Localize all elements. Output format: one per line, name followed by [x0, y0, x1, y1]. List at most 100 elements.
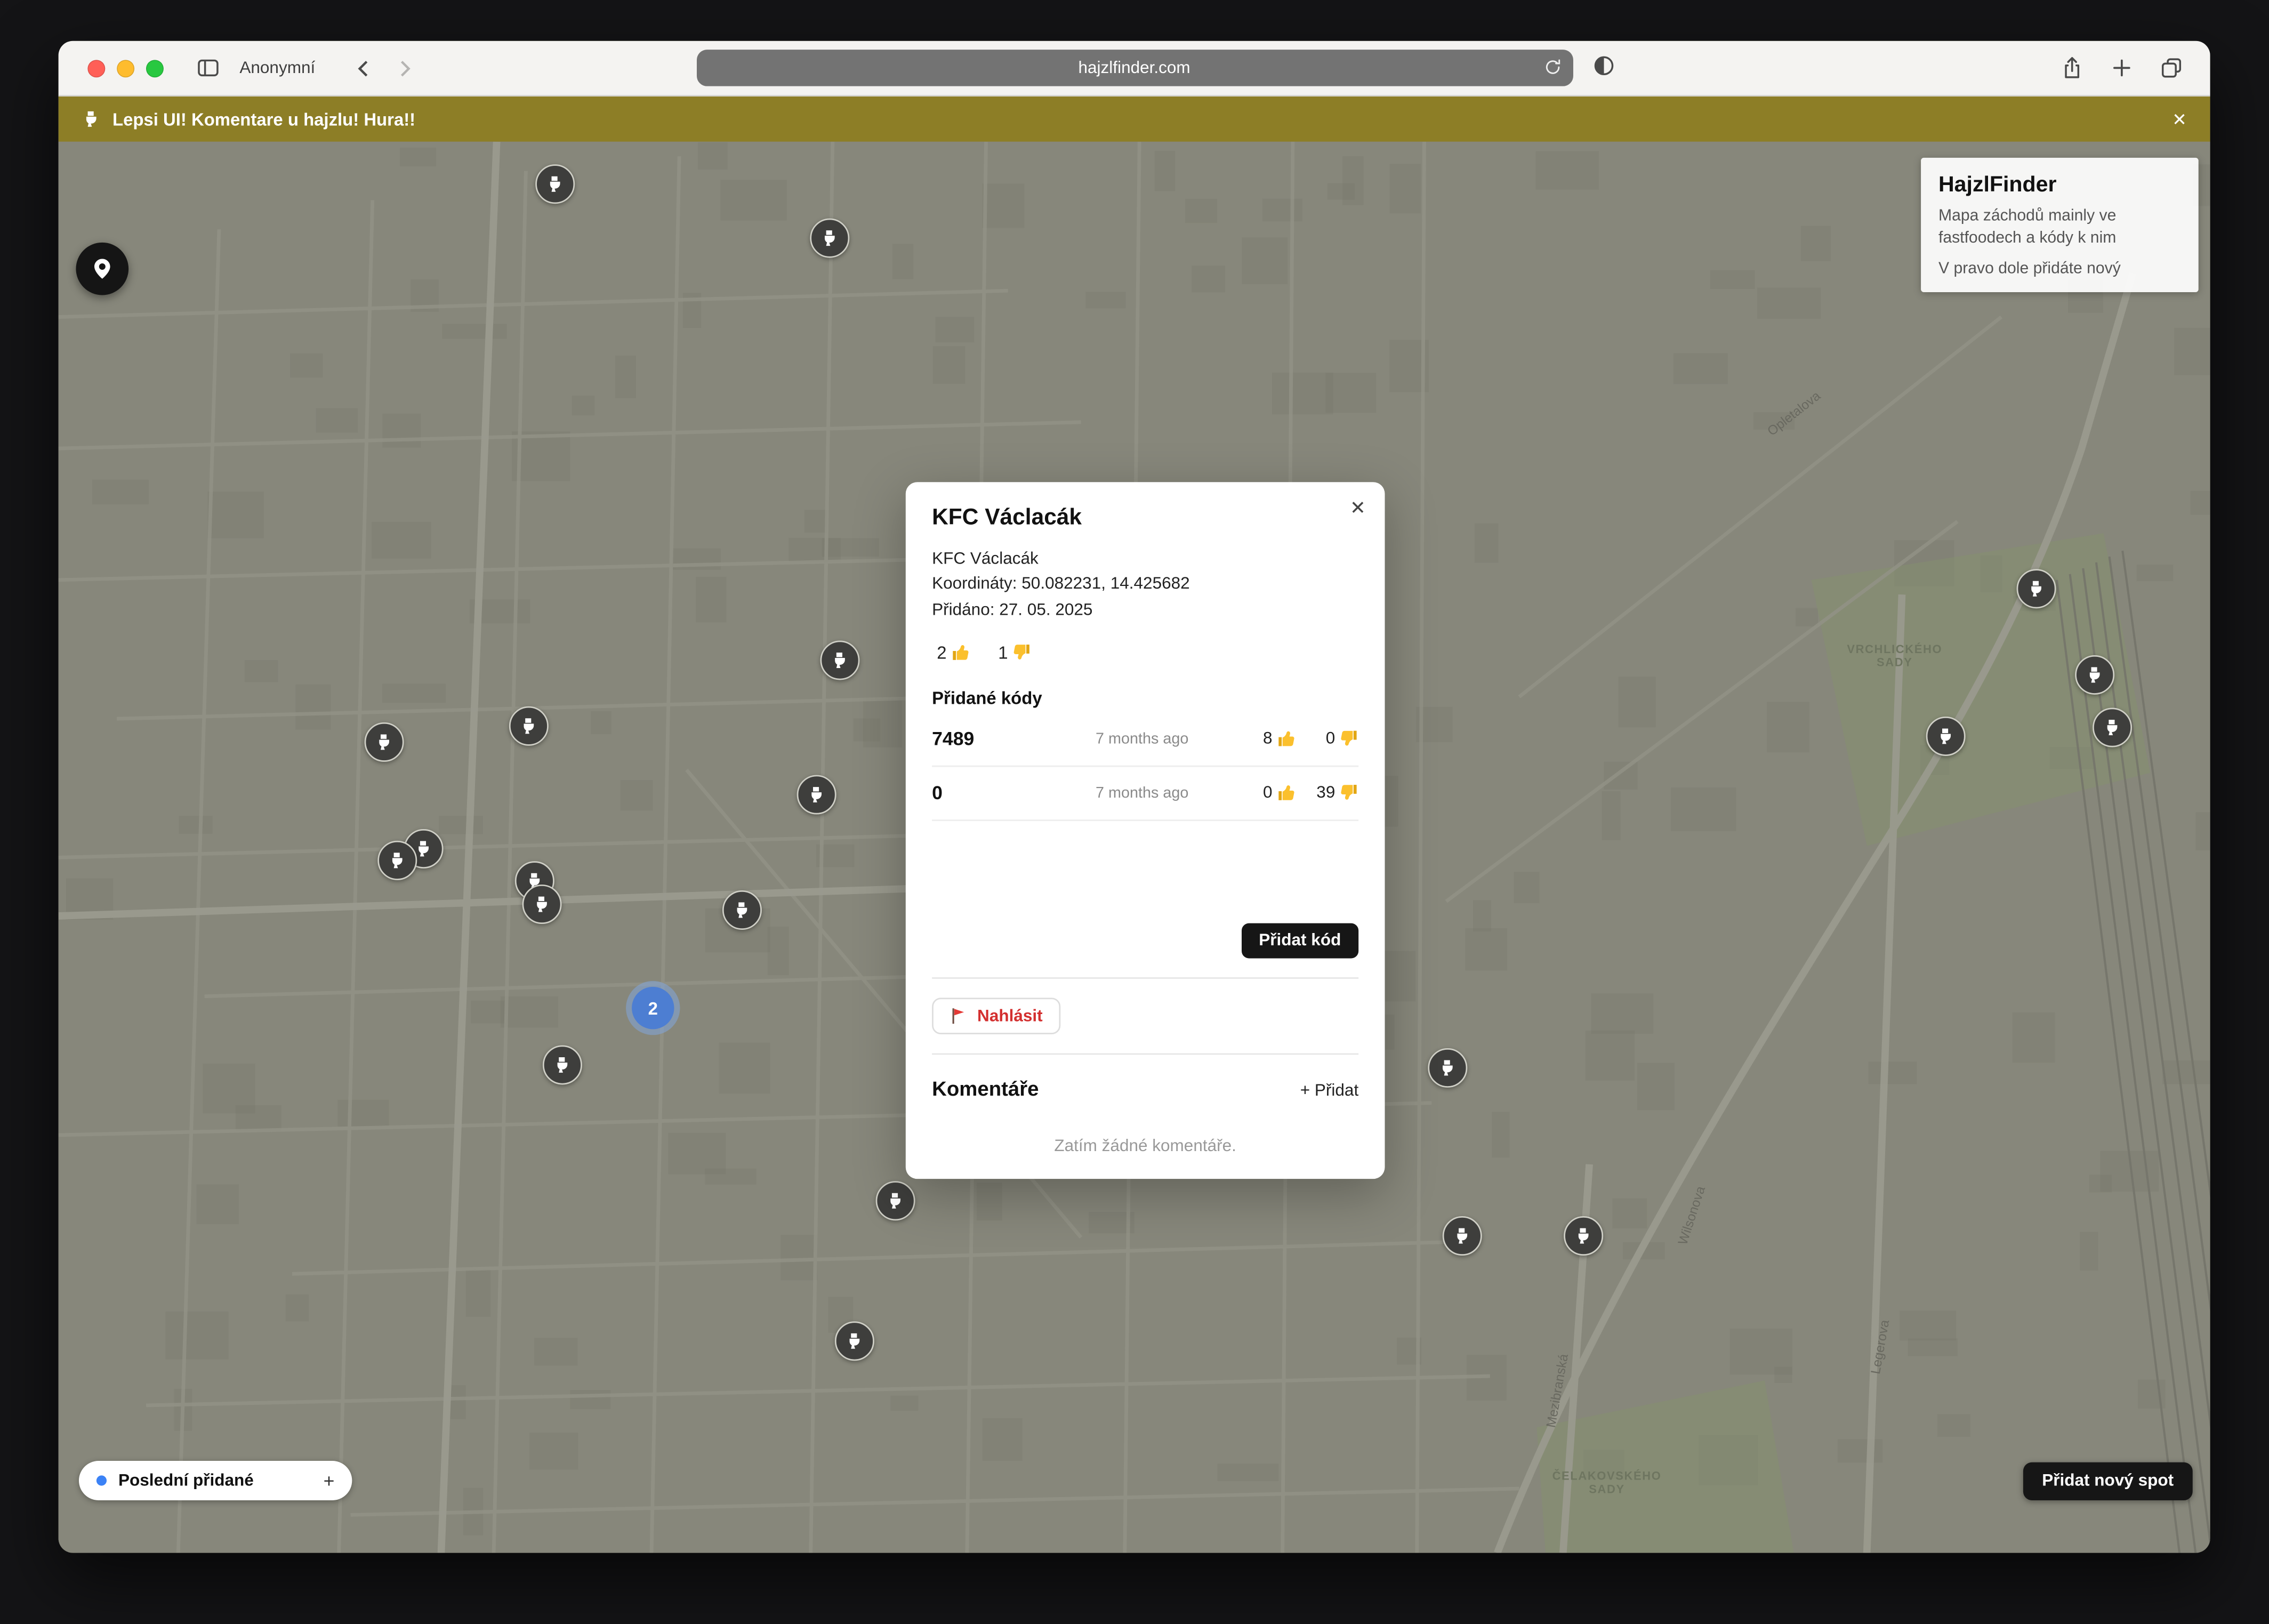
- close-window-button[interactable]: [87, 59, 105, 77]
- toilet-icon: [886, 1191, 905, 1210]
- code-downvote-count: 0: [1313, 730, 1335, 747]
- legend-filter-pill[interactable]: Poslední přidané +: [79, 1461, 352, 1500]
- private-mode-label[interactable]: Anonymní: [239, 59, 315, 77]
- add-comment-button[interactable]: + Přidat: [1300, 1082, 1358, 1100]
- browser-window: Anonymní hajzlfinder.com: [59, 41, 2210, 1553]
- toilet-icon: [831, 651, 850, 670]
- code-downvote-button[interactable]: 39: [1313, 783, 1358, 802]
- toilet-icon: [807, 785, 826, 805]
- spot-downvote-button[interactable]: 1: [993, 642, 1031, 663]
- toilet-marker[interactable]: [820, 640, 860, 680]
- flag-icon: [950, 1007, 969, 1026]
- toilet-marker[interactable]: [509, 706, 549, 746]
- toilet-icon: [2085, 665, 2104, 685]
- toilet-marker[interactable]: [365, 722, 404, 762]
- spot-upvote-button[interactable]: 2: [932, 642, 970, 663]
- downvote-count: 1: [993, 642, 1008, 663]
- toilet-marker[interactable]: [835, 1321, 874, 1361]
- toilet-marker[interactable]: [377, 841, 417, 880]
- toilet-marker[interactable]: [2075, 655, 2114, 695]
- locate-me-button[interactable]: [76, 243, 128, 295]
- spot-added-date: Přidáno: 27. 05. 2025: [932, 598, 1358, 623]
- toilet-marker[interactable]: [810, 219, 849, 258]
- spot-name: KFC Václacák: [932, 548, 1358, 573]
- codes-list: 7489 7 months ago 8 0 0 7 months ago 0 3…: [932, 712, 1358, 821]
- code-upvote-count: 8: [1250, 730, 1272, 747]
- toilet-marker[interactable]: [535, 164, 575, 204]
- spot-detail-popup: ✕ KFC Václacák KFC Václacák Koordináty: …: [906, 482, 1385, 1179]
- browser-toolbar: Anonymní hajzlfinder.com: [59, 41, 2210, 97]
- codes-header: Přidané kódy: [932, 688, 1358, 708]
- thumb-up-icon: [951, 643, 970, 662]
- toilet-marker[interactable]: [543, 1045, 582, 1084]
- zoom-window-button[interactable]: [146, 59, 164, 77]
- cluster-marker[interactable]: 2: [632, 987, 674, 1029]
- spot-title: KFC Václacák: [932, 505, 1358, 532]
- toilet-icon: [1936, 727, 1956, 746]
- tab-overview-icon[interactable]: [2159, 55, 2184, 81]
- comments-header-row: Komentáře + Přidat: [932, 1076, 1358, 1100]
- divider: [932, 1054, 1358, 1055]
- forward-icon[interactable]: [391, 55, 417, 81]
- code-row: 0 7 months ago 0 39: [932, 767, 1358, 821]
- cluster-count: 2: [648, 998, 658, 1018]
- back-icon[interactable]: [350, 55, 376, 81]
- toilet-icon: [1438, 1058, 1458, 1078]
- toilet-icon: [414, 839, 433, 858]
- toilet-icon: [519, 717, 538, 736]
- toilet-marker[interactable]: [797, 775, 836, 815]
- share-icon[interactable]: [2059, 55, 2085, 81]
- toilet-icon: [388, 851, 407, 870]
- toilet-icon: [553, 1056, 572, 1075]
- toilet-marker[interactable]: [1443, 1216, 1482, 1256]
- notification-banner: Lepsi UI! Komentare u hajzlu! Hura!! ✕: [59, 97, 2210, 142]
- code-upvote-button[interactable]: 0: [1250, 783, 1296, 802]
- toilet-marker[interactable]: [876, 1181, 915, 1220]
- window-controls: [87, 59, 163, 77]
- app-info-card: HajzlFinder Mapa záchodů mainly ve fastf…: [1921, 158, 2199, 292]
- toilet-marker[interactable]: [1564, 1216, 1603, 1256]
- page-appearance-icon[interactable]: [1590, 53, 1616, 79]
- code-age: 7 months ago: [1096, 784, 1233, 802]
- spot-votes: 2 1: [932, 642, 1358, 663]
- map-canvas[interactable]: VRCHLICKÉHO SADYČELAKOVSKÉHO SADYWilsono…: [59, 142, 2210, 1553]
- address-bar[interactable]: hajzlfinder.com: [696, 50, 1573, 86]
- legend-expand-icon[interactable]: +: [324, 1469, 335, 1491]
- popup-close-icon[interactable]: ✕: [1350, 497, 1366, 520]
- legend-dot-icon: [96, 1475, 107, 1485]
- code-upvote-button[interactable]: 8: [1250, 729, 1296, 749]
- add-spot-button[interactable]: Přidat nový spot: [2023, 1462, 2193, 1500]
- thumb-up-icon: [1277, 729, 1296, 749]
- report-button[interactable]: Nahlásit: [932, 998, 1060, 1034]
- toilet-marker[interactable]: [1926, 717, 1966, 756]
- banner-close-icon[interactable]: ✕: [2172, 109, 2187, 129]
- sidebar-toggle-icon[interactable]: [196, 55, 221, 81]
- location-pin-icon: [91, 257, 114, 280]
- toilet-icon: [545, 174, 565, 194]
- upvote-count: 2: [932, 642, 946, 663]
- toilet-icon: [375, 733, 394, 752]
- divider: [932, 977, 1358, 979]
- toilet-marker[interactable]: [722, 890, 762, 930]
- code-value: 7489: [932, 728, 1096, 750]
- toilet-marker[interactable]: [522, 885, 562, 924]
- thumb-down-icon: [1340, 729, 1359, 749]
- code-downvote-button[interactable]: 0: [1313, 729, 1358, 749]
- toilet-marker[interactable]: [1428, 1048, 1467, 1088]
- add-code-button[interactable]: Přidat kód: [1241, 923, 1358, 959]
- banner-text: Lepsi UI! Komentare u hajzlu! Hura!!: [112, 109, 415, 129]
- new-tab-icon[interactable]: [2110, 55, 2135, 81]
- code-age: 7 months ago: [1096, 730, 1233, 747]
- url-text: hajzlfinder.com: [1079, 59, 1190, 77]
- minimize-window-button[interactable]: [117, 59, 134, 77]
- toilet-icon: [1453, 1226, 1472, 1245]
- toolbar-right-icons: [2059, 55, 2184, 81]
- toilet-marker[interactable]: [2093, 708, 2132, 747]
- reload-icon[interactable]: [1543, 59, 1561, 76]
- thumb-down-icon: [1340, 783, 1359, 802]
- toilet-marker[interactable]: [2017, 569, 2056, 608]
- app-hint: V pravo dole přidáte nový: [1938, 260, 2181, 277]
- toilet-icon: [2027, 579, 2046, 598]
- toilet-icon: [533, 895, 552, 914]
- toilet-icon: [733, 901, 752, 920]
